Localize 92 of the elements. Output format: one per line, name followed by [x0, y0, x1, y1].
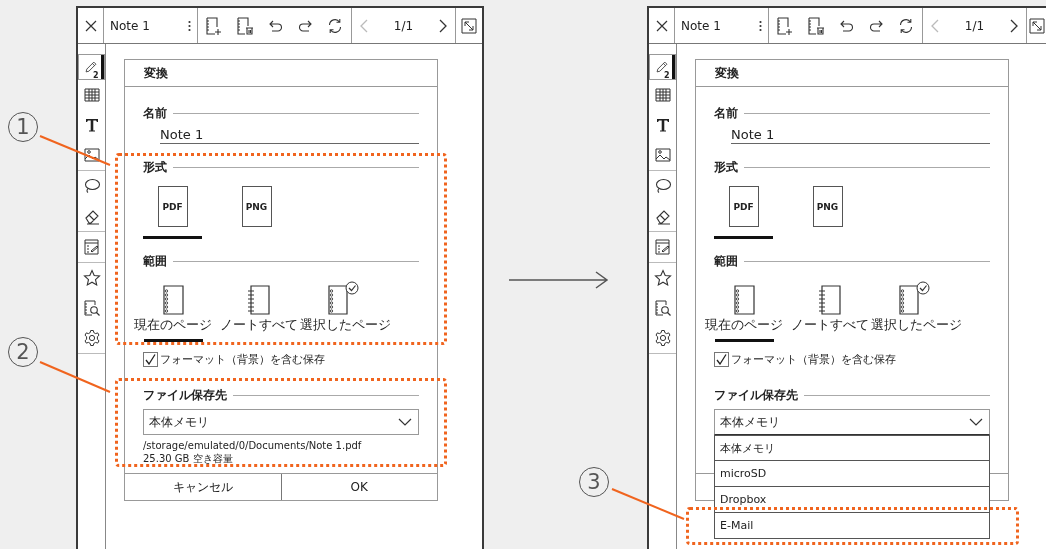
- range-option[interactable]: 選択したページ: [299, 318, 391, 332]
- image-icon: [83, 148, 100, 162]
- expand-icon[interactable]: [1028, 17, 1045, 34]
- text-icon: [654, 117, 671, 133]
- star-icon: [653, 269, 672, 287]
- file-page-icon: PNG: [241, 186, 272, 227]
- dropdown-option[interactable]: Dropbox: [714, 487, 990, 513]
- note-title: Note 1: [681, 18, 721, 33]
- file-page-icon: PNG: [812, 186, 843, 227]
- dropdown-option[interactable]: E-Mail: [714, 513, 990, 539]
- checkbox-label: フォーマット（背景）を含む保存: [731, 351, 896, 367]
- notebook-icon: [160, 285, 186, 315]
- name-label: 名前: [714, 104, 738, 122]
- sidebar-tool[interactable]: 2: [649, 54, 676, 80]
- settings-icon: [82, 329, 101, 347]
- range-option[interactable]: ノートすべて: [791, 318, 869, 332]
- undo-icon[interactable]: [268, 19, 283, 32]
- range-option[interactable]: ノートすべて: [220, 318, 298, 332]
- range-label: 範囲: [143, 252, 167, 270]
- notebook-icon: [817, 285, 843, 315]
- add-page-icon[interactable]: [205, 16, 222, 35]
- leader-line: [39, 361, 111, 393]
- more-icon[interactable]: [188, 19, 191, 32]
- file-path: /storage/emulated/0/Documents/Note 1.pdf: [143, 439, 363, 452]
- search-icon: [653, 299, 672, 317]
- refresh-icon[interactable]: [327, 17, 344, 34]
- name-field[interactable]: Note 1: [731, 127, 990, 144]
- redo-icon[interactable]: [298, 19, 313, 32]
- note-title: Note 1: [110, 18, 150, 33]
- dropdown-option[interactable]: 本体メモリ: [714, 435, 990, 461]
- destination-label: ファイル保存先: [143, 386, 227, 404]
- leader-line: [39, 135, 111, 166]
- text-icon: [83, 117, 100, 133]
- page-indicator: 1/1: [964, 18, 985, 33]
- close-icon[interactable]: [84, 19, 97, 32]
- dialog-title: 変換: [715, 66, 739, 80]
- format-option[interactable]: PDF: [714, 186, 773, 239]
- range-option[interactable]: 現在のページ: [705, 318, 783, 332]
- add-page-icon[interactable]: [776, 16, 793, 35]
- tool-number: 2: [664, 71, 670, 80]
- range-label: 範囲: [714, 252, 738, 270]
- lasso-icon: [82, 178, 101, 194]
- note-edit-icon: [82, 238, 101, 256]
- close-icon[interactable]: [655, 19, 668, 32]
- range-option[interactable]: 現在のページ: [134, 318, 212, 332]
- chevron-down-icon: [398, 418, 412, 426]
- star-icon: [82, 269, 101, 287]
- dropdown-option[interactable]: microSD: [714, 461, 990, 487]
- note-edit-icon: [653, 238, 672, 256]
- page-indicator: 1/1: [393, 18, 414, 33]
- delete-page-icon[interactable]: [236, 16, 254, 35]
- free-space: 25.30 GB 空き容量: [143, 452, 234, 465]
- table-icon: [654, 88, 671, 102]
- arrow-icon: [507, 270, 610, 290]
- notebook-icon: [246, 285, 272, 315]
- format-label: 形式: [714, 158, 738, 176]
- expand-icon[interactable]: [461, 17, 477, 34]
- name-label: 名前: [143, 104, 167, 122]
- format-label: 形式: [143, 158, 167, 176]
- file-page-icon: PDF: [728, 186, 759, 227]
- delete-page-icon[interactable]: [807, 16, 825, 35]
- destination-dropdown[interactable]: 本体メモリ: [714, 409, 990, 435]
- tool-number: 2: [93, 71, 99, 80]
- name-field[interactable]: Note 1: [160, 127, 419, 144]
- next-page-icon[interactable]: [1010, 18, 1018, 33]
- destination-label: ファイル保存先: [714, 386, 798, 404]
- destination-dropdown[interactable]: 本体メモリ: [143, 409, 419, 435]
- range-option[interactable]: 選択したページ: [870, 318, 962, 332]
- format-option[interactable]: PNG: [798, 186, 857, 239]
- dialog-title: 変換: [144, 66, 168, 80]
- checkbox-label: フォーマット（背景）を含む保存: [160, 351, 325, 367]
- undo-icon[interactable]: [839, 19, 854, 32]
- checkbox[interactable]: [143, 351, 158, 367]
- next-page-icon[interactable]: [439, 18, 447, 33]
- search-icon: [82, 299, 101, 317]
- callout-number: 2: [8, 337, 38, 367]
- image-icon: [654, 148, 671, 162]
- table-icon: [83, 88, 100, 102]
- format-option[interactable]: PDF: [143, 186, 202, 239]
- redo-icon[interactable]: [869, 19, 884, 32]
- callout-number: 3: [579, 467, 609, 497]
- settings-icon: [653, 329, 672, 347]
- format-option[interactable]: PNG: [227, 186, 286, 239]
- sidebar-tool[interactable]: 2: [78, 54, 105, 80]
- more-icon[interactable]: [759, 19, 762, 32]
- notebook-icon: [731, 285, 757, 315]
- refresh-icon[interactable]: [898, 17, 915, 34]
- checkbox[interactable]: [714, 351, 729, 367]
- lasso-icon: [653, 178, 672, 194]
- file-page-icon: PDF: [157, 186, 188, 227]
- callout-number: 1: [8, 112, 38, 142]
- chevron-down-icon: [969, 418, 983, 426]
